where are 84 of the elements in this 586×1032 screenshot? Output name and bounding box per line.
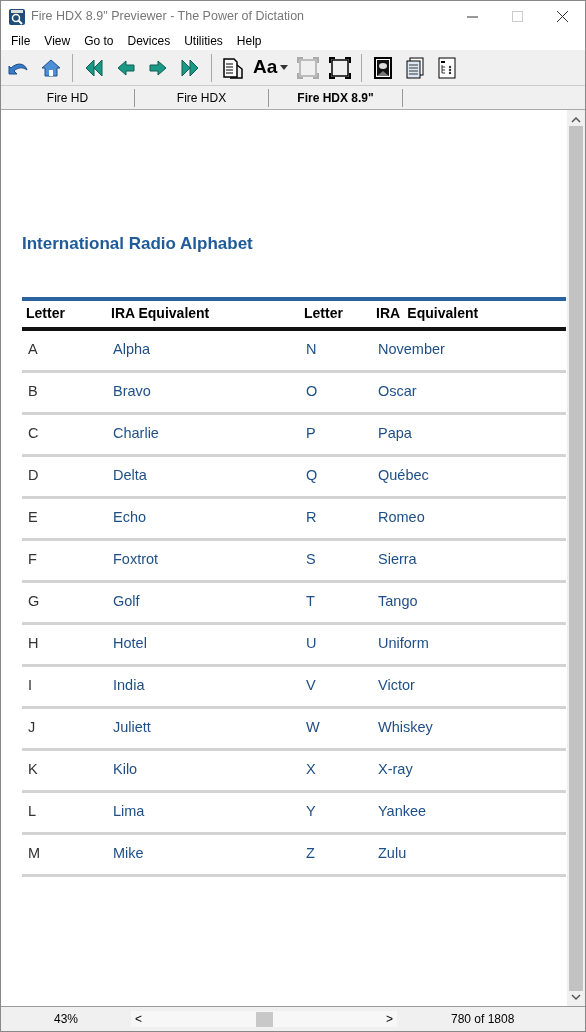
letter-cell-text: F [28,550,38,570]
code-word-cell-text: Papa [378,424,413,444]
letter-cell-text: P [306,424,317,444]
letter-cell-text: C [28,424,40,444]
letter-cell-text: V [306,676,317,696]
letter-cell-text: A [28,340,39,360]
letter-cell-text: K [28,760,39,780]
scroll-thumb[interactable] [569,126,583,991]
code-word-cell-text: Charlie [113,424,160,444]
code-word-cell-text: Tango [378,592,419,612]
letter-cell-text: Z [306,844,316,864]
letter-cell-text: R [306,508,318,528]
letter-cell-text: T [306,592,316,612]
code-word-cell-text: Alpha [113,340,152,360]
zoom-level: 43% [53,1011,79,1028]
caret-icon [280,65,289,70]
code-word-cell-text: Foxtrot [113,550,160,570]
vertical-scrollbar[interactable] [567,110,585,1006]
letter-cell-text: M [28,844,42,864]
column-header: Letter [304,304,344,323]
device-tab[interactable]: Fire HDX [135,89,269,107]
code-word-cell-text: Golf [113,592,141,612]
code-word-cell-text: Québec [378,466,430,486]
letter-cell-text: L [28,802,38,822]
document-heading: International Radio Alphabet [22,233,254,255]
menu-item[interactable]: Devices [127,32,171,50]
letter-cell-text: S [306,550,317,570]
column-header: IRA Equivalent [376,304,480,323]
scroll-left-arrow[interactable]: < [131,1010,146,1028]
menu-item[interactable]: View [44,32,71,50]
letter-cell-text: X [306,760,317,780]
code-word-cell-text: Uniform [378,634,430,654]
scroll-right-arrow[interactable]: > [382,1010,397,1028]
letter-cell-text: Y [306,802,317,822]
letter-cell-text: J [28,718,37,738]
code-word-cell-text: Zulu [378,844,408,864]
letter-cell-text: U [306,634,318,654]
code-word-cell-text: Kilo [113,760,139,780]
fullscreen-icon [296,55,321,80]
device-tab[interactable]: Fire HDX 8.9" [269,89,403,107]
letter-cell-text: B [28,382,39,402]
font-size-button[interactable]: Aa [251,52,291,83]
letter-cell-text: H [28,634,40,654]
scroll-down-icon[interactable] [571,993,581,1001]
letter-cell-text: I [28,676,34,696]
menu-item[interactable]: Go to [84,32,114,50]
code-word-cell-text: Mike [113,844,145,864]
letter-cell-text: Q [306,466,319,486]
code-word-cell-text: X-ray [378,760,414,780]
code-word-cell-text: November [378,340,446,360]
window-title: Fire HDX 8.9" Previewer - The Power of Dictation [31,8,305,26]
page-position: 780 of 1808 [451,1011,515,1028]
code-word-cell-text: Hotel [113,634,148,654]
app-icon [9,8,25,25]
code-word-cell-text: Whiskey [378,718,434,738]
letter-cell-text: E [28,508,39,528]
code-word-cell-text: Romeo [378,508,426,528]
code-word-cell-text: Echo [113,508,148,528]
code-word-cell-text: Juliett [113,718,152,738]
scroll-thumb[interactable] [255,1011,273,1027]
code-word-cell-text: Lima [113,802,146,822]
code-word-cell-text: Sierra [378,550,418,570]
code-word-cell-text: Yankee [378,802,428,822]
code-word-cell-text: Victor [378,676,416,696]
letter-cell-text: O [306,382,319,402]
column-header: Letter [26,304,66,323]
code-word-cell-text: Bravo [113,382,152,402]
letter-cell-text: W [306,718,321,738]
code-word-cell-text: Delta [113,466,148,486]
device-tab[interactable]: Fire HD [1,89,135,107]
letter-cell-text: D [28,466,40,486]
code-word-cell-text: India [113,676,146,696]
letter-cell-text: N [306,340,318,360]
fullscreen-icon [328,55,353,80]
letter-cell-text: G [28,592,41,612]
horizontal-scrollbar[interactable]: < > [131,1011,397,1027]
menu-item[interactable]: Help [236,32,262,50]
menu-item[interactable]: Utilities [184,32,223,50]
document-icon [221,55,245,80]
column-header: IRA Equivalent [111,304,211,323]
code-word-cell-text: Oscar [378,382,418,402]
scroll-up-icon[interactable] [571,116,581,124]
menu-item[interactable]: File [11,32,31,50]
close-icon[interactable] [557,11,568,22]
